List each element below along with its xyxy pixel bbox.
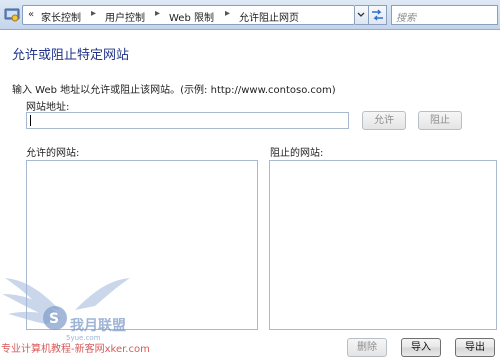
breadcrumb-item-parental-controls[interactable]: 家长控制: [41, 9, 81, 24]
breadcrumb-arrow-icon[interactable]: ▸: [91, 8, 96, 19]
breadcrumb-overflow-chevrons[interactable]: «: [28, 9, 34, 20]
watermark-caption: 专业计算机教程-新客网xker.com: [1, 344, 150, 355]
export-button[interactable]: 导出: [455, 338, 495, 357]
breadcrumb-arrow-icon[interactable]: ▸: [225, 8, 230, 19]
breadcrumb-item-web-restrictions[interactable]: Web 限制: [169, 9, 214, 24]
refresh-icon: [372, 9, 383, 21]
block-button[interactable]: 阻止: [418, 111, 462, 130]
breadcrumb-arrow-icon[interactable]: ▸: [155, 8, 160, 19]
website-address-label: 网站地址:: [26, 102, 70, 113]
navigation-bar: « 家长控制 ▸ 用户控制 ▸ Web 限制 ▸ 允许阻止网页 搜索: [0, 0, 500, 30]
text-caret: [30, 115, 31, 126]
blocked-sites-label: 阻止的网站:: [270, 148, 324, 159]
website-address-input[interactable]: [26, 112, 349, 129]
page-title: 允许或阻止特定网站: [12, 48, 130, 63]
parental-controls-icon: [4, 8, 20, 22]
allow-button[interactable]: 允许: [362, 111, 406, 130]
refresh-button[interactable]: [368, 5, 387, 25]
instruction-text: 输入 Web 地址以允许或阻止该网站。(示例: http://www.conto…: [12, 85, 336, 96]
import-button[interactable]: 导入: [401, 338, 441, 357]
svg-text:S: S: [49, 311, 59, 327]
blocked-sites-list[interactable]: [269, 160, 497, 330]
search-placeholder: 搜索: [396, 13, 416, 24]
address-bar[interactable]: « 家长控制 ▸ 用户控制 ▸ Web 限制 ▸ 允许阻止网页: [22, 5, 355, 25]
search-input[interactable]: 搜索: [391, 5, 498, 25]
breadcrumb-item-user-controls[interactable]: 用户控制: [105, 9, 145, 24]
breadcrumb-item-allow-block-webpages[interactable]: 允许阻止网页: [239, 9, 299, 24]
address-history-dropdown[interactable]: [355, 5, 369, 25]
allowed-sites-label: 允许的网站:: [26, 148, 80, 159]
chevron-down-icon: [357, 12, 365, 17]
watermark-logo: S 我月联盟 5yue.com: [2, 278, 130, 342]
svg-text:我月联盟: 我月联盟: [70, 318, 126, 334]
remove-button[interactable]: 删除: [347, 338, 387, 357]
